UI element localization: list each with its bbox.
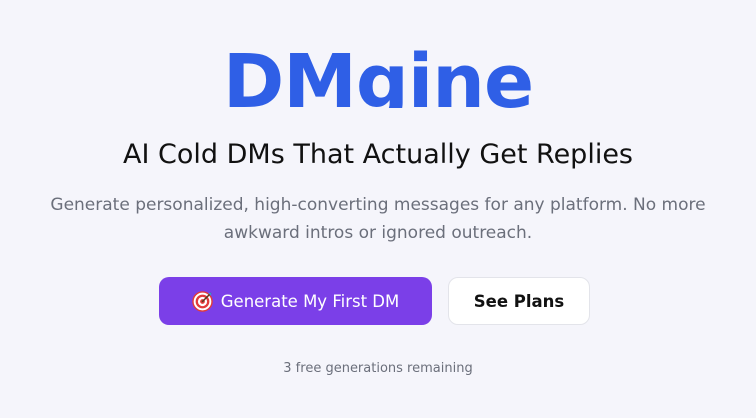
see-plans-label: See Plans xyxy=(473,291,565,311)
generate-first-dm-button[interactable]: Generate My First DM xyxy=(159,277,432,325)
landing-page: DMgine AI Cold DMs That Actually Get Rep… xyxy=(0,0,756,418)
free-generations-remaining: 3 free generations remaining xyxy=(283,361,473,376)
logo: DMgine xyxy=(0,50,756,108)
generate-first-dm-label: Generate My First DM xyxy=(220,291,400,311)
page-subtitle: Generate personalized, high-converting m… xyxy=(50,195,706,243)
target-icon xyxy=(192,290,213,312)
logo-text: DMgine xyxy=(222,50,534,108)
see-plans-button[interactable]: See Plans xyxy=(448,277,590,325)
page-title: AI Cold DMs That Actually Get Replies xyxy=(123,139,633,170)
